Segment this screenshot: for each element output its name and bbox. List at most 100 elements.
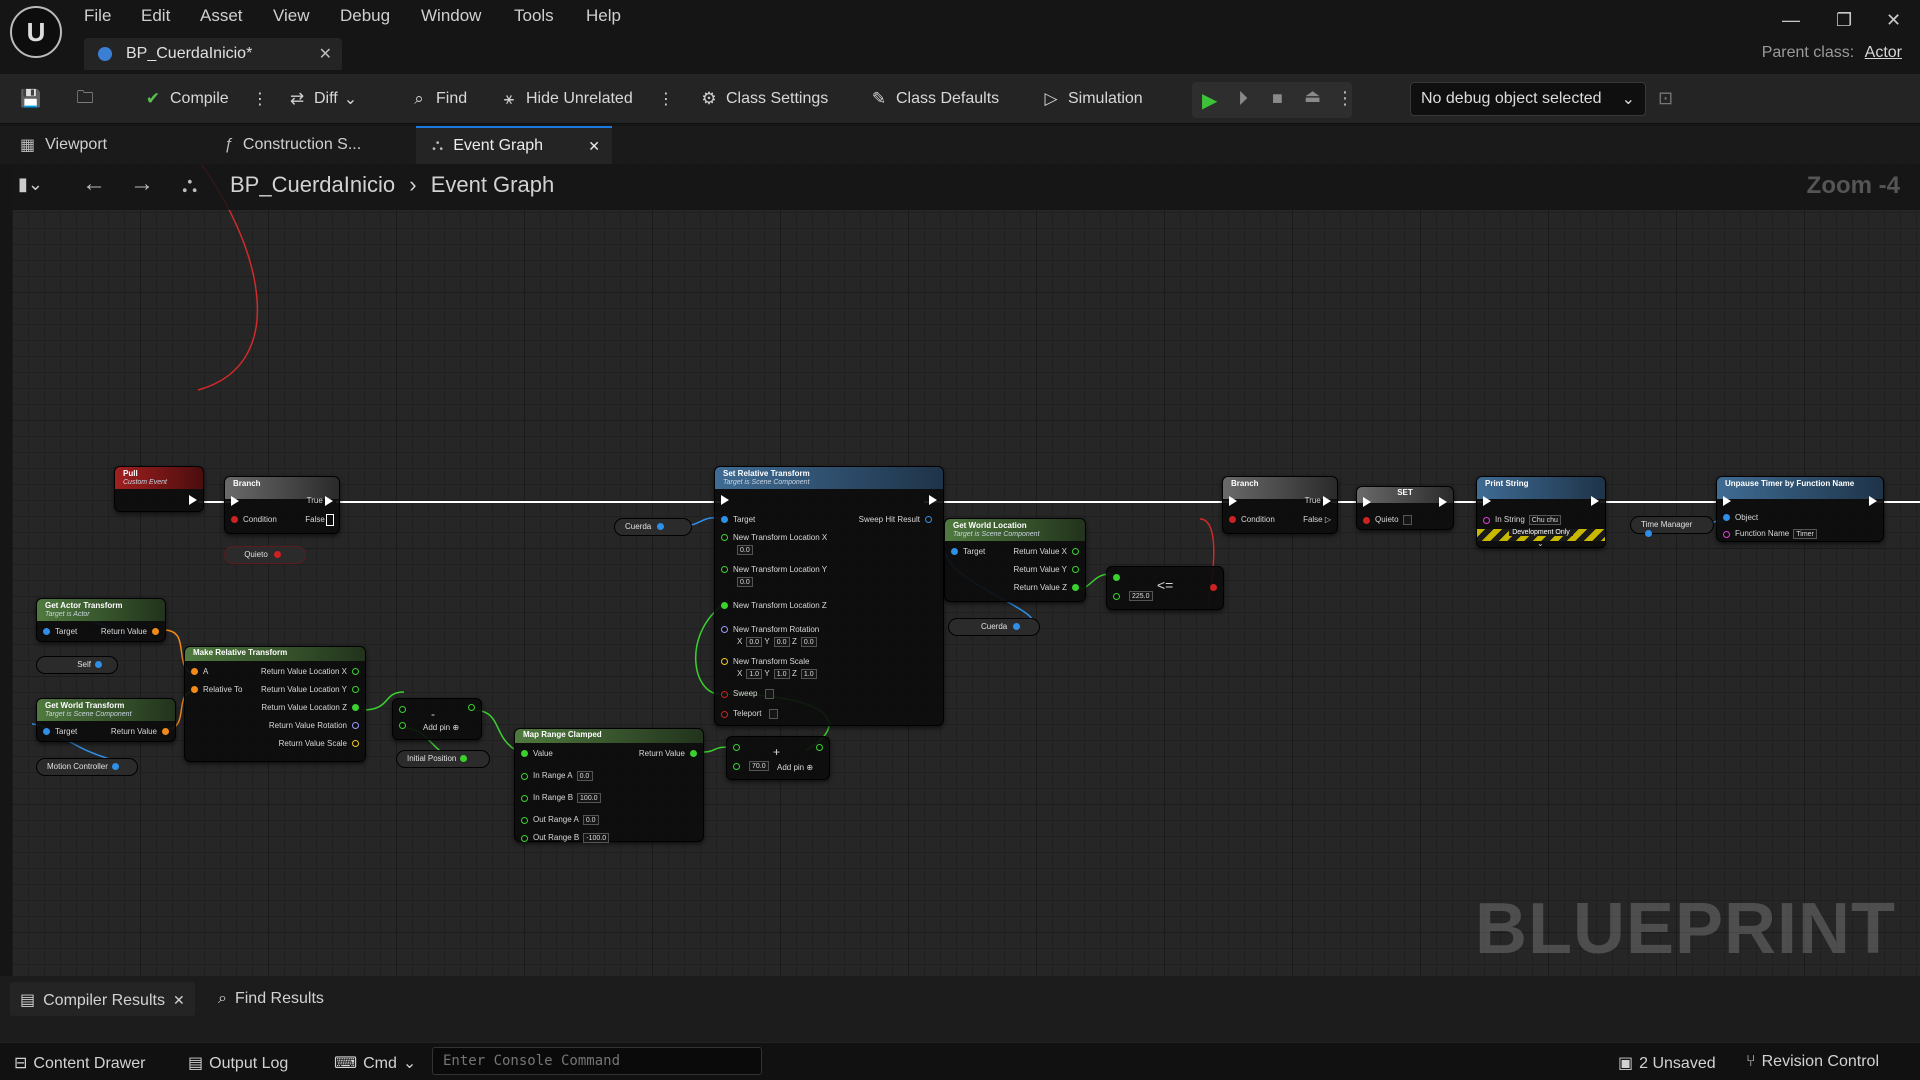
menu-asset[interactable]: Asset — [200, 6, 243, 26]
node-get-world-transform[interactable]: Get World Transform Target is Scene Compo… — [36, 698, 176, 742]
parent-class-link[interactable]: Actor — [1865, 44, 1902, 61]
restore-icon[interactable]: ❐ — [1836, 10, 1852, 31]
value-box[interactable]: Timer — [1793, 529, 1817, 539]
node-set-quieto[interactable]: SET Quieto — [1356, 486, 1454, 530]
true-pin[interactable]: True — [307, 496, 333, 506]
location-y-field[interactable]: 0.0 — [733, 577, 753, 587]
in-range-a-pin[interactable]: In Range A 0.0 — [521, 771, 593, 781]
value-box[interactable]: 0.0 — [582, 815, 599, 825]
tab-construction-script[interactable]: ƒ Construction S... — [208, 126, 414, 164]
step-icon[interactable]: ⏵ — [1238, 88, 1248, 111]
location-z-pin[interactable]: New Transform Location Z — [721, 601, 827, 610]
out-range-b-pin[interactable]: Out Range B -100.0 — [521, 833, 610, 843]
variable-time-manager[interactable]: Time Manager — [1630, 516, 1714, 538]
expand-icon[interactable]: ⌄ — [1537, 539, 1544, 548]
return-value-pin[interactable]: Return Value — [639, 749, 697, 758]
class-settings-button[interactable]: ⚙ Class Settings — [698, 86, 828, 112]
value-box[interactable]: 0.0 — [746, 637, 763, 647]
menu-tools[interactable]: Tools — [514, 6, 554, 26]
node-less-equal[interactable]: 225.0 <= — [1106, 566, 1224, 610]
a-pin[interactable] — [1113, 573, 1125, 582]
tab-find-results[interactable]: ⌕ Find Results — [218, 990, 324, 1008]
return-z-pin[interactable]: Return Value Z — [1014, 583, 1079, 592]
exec-out-pin[interactable] — [1591, 496, 1599, 506]
node-add[interactable]: 70.0 + Add pin ⊕ — [726, 736, 830, 780]
teleport-checkbox[interactable] — [769, 709, 779, 719]
value-box[interactable]: 0.0 — [737, 577, 753, 587]
bookmark-icon[interactable]: ▮⌄ — [18, 174, 43, 195]
b-pin[interactable]: 70.0 — [733, 761, 769, 771]
exec-out-pin[interactable] — [929, 495, 937, 505]
location-x-pin[interactable]: New Transform Location X — [721, 533, 827, 542]
teleport-pin[interactable]: Teleport — [721, 709, 779, 719]
return-value-pin[interactable]: Return Value — [111, 727, 169, 736]
location-y-pin[interactable]: New Transform Location Y — [721, 565, 827, 574]
breadcrumb-leaf[interactable]: Event Graph — [431, 172, 555, 197]
debug-object-select[interactable]: No debug object selected ⌄ — [1410, 82, 1646, 116]
breadcrumb-root[interactable]: BP_CuerdaInicio — [230, 172, 395, 197]
result-pin[interactable] — [468, 703, 475, 712]
forward-arrow-icon[interactable]: → — [130, 170, 154, 198]
value-box[interactable]: Chu chu — [1528, 515, 1561, 525]
close-window-icon[interactable]: ✕ — [1886, 10, 1901, 31]
b-pin[interactable]: 225.0 — [1113, 591, 1153, 601]
value-box[interactable]: 0.0 — [800, 637, 817, 647]
value-box[interactable]: 0.0 — [737, 545, 753, 555]
result-pin[interactable] — [1210, 583, 1217, 592]
exec-out-pin[interactable] — [1439, 497, 1447, 507]
save-button[interactable]: 💾 — [20, 86, 48, 112]
console-command-input[interactable] — [432, 1047, 762, 1075]
event-graph-canvas[interactable]: ▮⌄ ← → ⛬ BP_CuerdaInicio › Event Graph Z… — [12, 164, 1920, 976]
a-pin[interactable] — [399, 705, 411, 714]
node-branch[interactable]: Branch True Condition False — [224, 476, 340, 534]
function-name-pin[interactable]: Function Name Timer — [1723, 529, 1817, 539]
target-pin[interactable]: Target — [43, 627, 77, 636]
play-options-icon[interactable]: ⋮ — [1336, 88, 1354, 109]
value-box[interactable]: 1.0 — [746, 669, 763, 679]
exec-in-pin[interactable] — [721, 495, 729, 505]
location-x-field[interactable]: 0.0 — [733, 545, 753, 555]
exec-in-pin[interactable] — [1723, 496, 1731, 506]
return-x-pin[interactable]: Return Value X — [1013, 547, 1079, 556]
menu-debug[interactable]: Debug — [340, 6, 390, 26]
hide-unrelated-button[interactable]: ⚹ Hide Unrelated — [498, 86, 633, 112]
close-tab-icon[interactable]: ✕ — [319, 44, 332, 64]
minimize-icon[interactable]: — — [1782, 10, 1800, 31]
rotation-pin[interactable]: New Transform Rotation — [721, 625, 819, 634]
quieto-pin[interactable]: Quieto — [1363, 515, 1412, 525]
a-pin[interactable] — [733, 743, 745, 752]
menu-file[interactable]: File — [84, 6, 111, 26]
variable-quieto[interactable]: Quieto — [224, 546, 306, 564]
exec-in-pin[interactable] — [1229, 496, 1237, 506]
value-box[interactable]: 70.0 — [749, 761, 769, 771]
relative-to-pin[interactable]: Relative To — [191, 685, 242, 694]
unreal-logo-icon[interactable]: U — [10, 6, 62, 58]
node-subtract[interactable]: - Add pin ⊕ — [392, 698, 482, 740]
exec-out-pin[interactable] — [189, 495, 197, 505]
find-button[interactable]: ⌕ Find — [408, 86, 467, 112]
result-pin[interactable] — [816, 743, 823, 752]
menu-help[interactable]: Help — [586, 6, 621, 26]
a-pin[interactable]: A — [191, 667, 208, 676]
content-drawer-button[interactable]: ⊟ Content Drawer — [14, 1053, 145, 1073]
false-pin[interactable]: False ▷ — [1303, 515, 1331, 524]
scale-pin[interactable]: New Transform Scale — [721, 657, 809, 666]
condition-pin[interactable]: Condition — [1229, 515, 1275, 524]
tab-event-graph[interactable]: ⛬ Event Graph ✕ — [416, 126, 612, 164]
tab-viewport[interactable]: ▦ Viewport — [4, 126, 204, 164]
target-pin[interactable]: Target — [43, 727, 77, 736]
stop-icon[interactable]: ■ — [1272, 88, 1283, 109]
sweep-hit-result-pin[interactable]: Sweep Hit Result — [859, 515, 937, 524]
value-pin[interactable]: Value — [521, 749, 553, 758]
node-make-relative-transform[interactable]: Make Relative Transform A Relative To Re… — [184, 646, 366, 762]
menu-window[interactable]: Window — [421, 6, 481, 26]
return-value-pin[interactable]: Return Value — [101, 627, 159, 636]
variable-self[interactable]: Self — [36, 656, 118, 674]
class-defaults-button[interactable]: ✎ Class Defaults — [868, 86, 999, 112]
exec-in-pin[interactable] — [1363, 497, 1371, 507]
return-y-pin[interactable]: Return Value Y — [1013, 565, 1079, 574]
condition-pin[interactable]: Condition — [231, 515, 277, 524]
rv-location-x-pin[interactable]: Return Value Location X — [261, 667, 359, 676]
in-range-b-pin[interactable]: In Range B 100.0 — [521, 793, 601, 803]
rv-rotation-pin[interactable]: Return Value Rotation — [269, 721, 359, 730]
